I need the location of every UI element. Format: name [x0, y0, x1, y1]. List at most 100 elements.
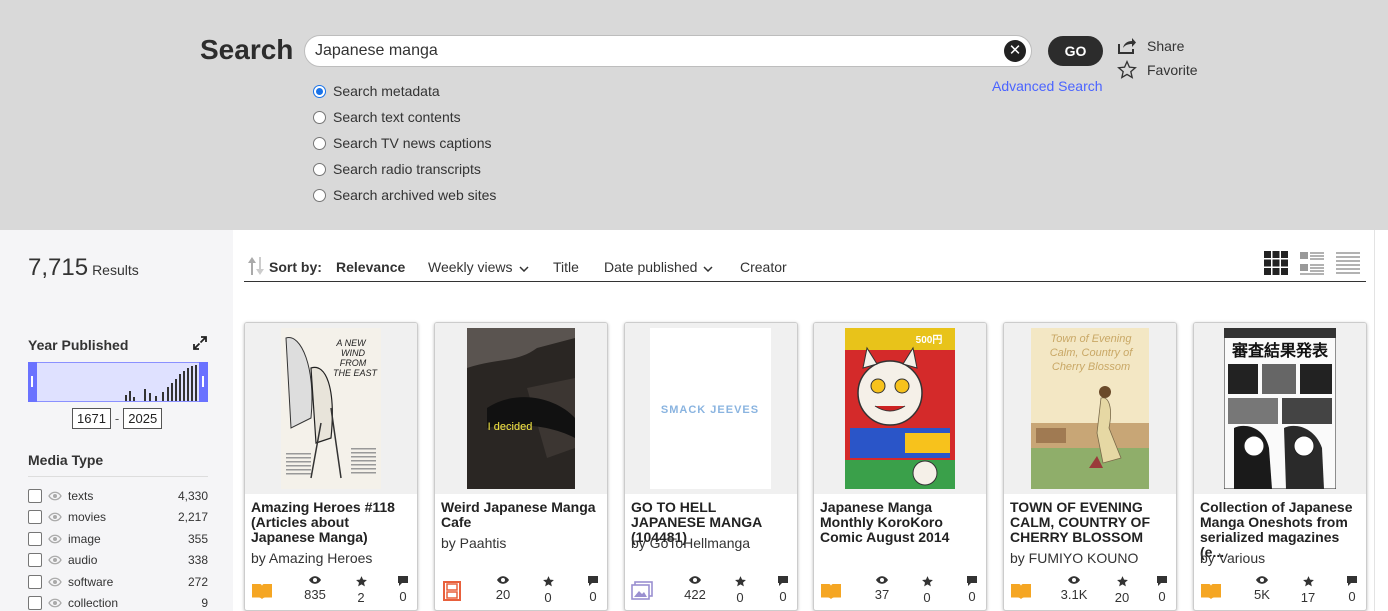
media-type-image[interactable]: image 355	[28, 528, 208, 550]
card-creator[interactable]: by Various	[1200, 550, 1265, 566]
year-histogram[interactable]	[28, 362, 208, 402]
card-title[interactable]: TOWN OF EVENING CALM, COUNTRY OF CHERRY …	[1010, 500, 1172, 545]
eye-icon	[1256, 576, 1268, 584]
year-min-input[interactable]: 1671	[72, 408, 111, 429]
radio-button[interactable]	[313, 84, 326, 98]
search-option-label: Search archived web sites	[333, 187, 497, 203]
eye-icon[interactable]	[48, 555, 62, 565]
book-cover-image: Town of Evening Calm, Country of Cherry …	[1031, 328, 1149, 489]
list-detail-view-icon[interactable]	[1299, 250, 1325, 276]
radio-button[interactable]	[313, 188, 326, 202]
sort-title[interactable]: Title	[553, 259, 579, 275]
eye-icon[interactable]	[48, 598, 62, 608]
result-card[interactable]: Town of Evening Calm, Country of Cherry …	[1003, 322, 1177, 611]
eye-icon[interactable]	[48, 491, 62, 501]
sort-date-published[interactable]: Date published	[604, 259, 713, 275]
result-card[interactable]: I decided Weird Japanese Manga Cafe by P…	[434, 322, 608, 611]
sort-creator[interactable]: Creator	[740, 259, 787, 275]
histogram-bar	[149, 393, 151, 401]
reviews-stat: 0	[1142, 575, 1176, 604]
card-creator[interactable]: by GoToHellmanga	[631, 535, 750, 551]
logo-image: SMACK JEEVES	[650, 328, 771, 489]
favorites-count: 0	[736, 590, 744, 605]
facets-sidebar: 7,715 Results Year Published 1671 - 2025 …	[0, 230, 233, 611]
media-type-label: texts	[68, 488, 94, 503]
search-header: Search ✕ GO Share Favorite Advanced Sear…	[0, 0, 1388, 230]
eye-icon[interactable]	[48, 534, 62, 544]
card-creator[interactable]: by Amazing Heroes	[251, 550, 372, 566]
list-compact-view-icon[interactable]	[1335, 250, 1361, 276]
results-count: 7,715 Results	[28, 254, 139, 282]
thumbnail-oneshots-collection[interactable]: 審査結果発表	[1224, 328, 1336, 489]
magazine-page-image: 審査結果発表	[1224, 328, 1336, 489]
eye-icon[interactable]	[48, 512, 62, 522]
card-creator[interactable]: by Paahtis	[441, 535, 506, 551]
sort-relevance[interactable]: Relevance	[336, 259, 405, 275]
thumbnail-go-to-hell[interactable]: SMACK JEEVES	[650, 328, 771, 489]
expand-icon[interactable]	[192, 335, 208, 351]
share-button[interactable]: Share	[1117, 37, 1184, 55]
reviews-stat: 0	[952, 575, 986, 604]
favorites-count: 2	[357, 590, 365, 605]
search-option-web[interactable]: Search archived web sites	[313, 182, 496, 208]
thumbnail-korokoro[interactable]: 500円	[845, 328, 955, 489]
result-card[interactable]: A NEW WIND FROM THE EAST Amazing Heroes …	[244, 322, 418, 611]
scrollbar-track[interactable]	[1374, 230, 1375, 611]
svg-text:Cherry Blossom: Cherry Blossom	[1052, 361, 1130, 373]
histogram-bar	[175, 379, 177, 401]
year-range-min-handle[interactable]	[28, 362, 37, 402]
magazine-cover-image: 500円	[845, 328, 955, 489]
year-range-max-handle[interactable]	[199, 362, 208, 402]
favorites-count: 0	[544, 590, 552, 605]
favorites-stat: 0	[907, 575, 947, 605]
checkbox[interactable]	[28, 510, 42, 525]
checkbox[interactable]	[28, 574, 42, 589]
eye-icon[interactable]	[48, 577, 62, 587]
clear-search-button[interactable]: ✕	[1004, 40, 1026, 62]
thumbnail-weird-manga-cafe[interactable]: I decided	[467, 328, 575, 489]
sort-weekly-views[interactable]: Weekly views	[428, 259, 529, 275]
eye-icon	[689, 576, 701, 584]
search-option-label: Search text contents	[333, 109, 461, 125]
radio-button[interactable]	[313, 162, 326, 176]
checkbox[interactable]	[28, 553, 42, 568]
checkbox[interactable]	[28, 596, 42, 611]
result-card[interactable]: 500円 Japanese Manga Monthly KoroKoro Com…	[813, 322, 987, 611]
year-range-inputs: 1671 - 2025	[72, 408, 163, 429]
favorites-stat: 0	[720, 575, 760, 605]
search-option-metadata[interactable]: Search metadata	[313, 78, 496, 104]
card-title[interactable]: Amazing Heroes #118 (Articles about Japa…	[251, 500, 413, 545]
search-option-tv[interactable]: Search TV news captions	[313, 130, 496, 156]
media-type-collection[interactable]: collection 9	[28, 593, 208, 611]
card-creator[interactable]: by FUMIYO KOUNO	[1010, 550, 1138, 566]
histogram-bar	[179, 374, 181, 401]
result-card[interactable]: 審査結果発表 Collection of Japanese Manga Ones…	[1193, 322, 1367, 611]
card-title[interactable]: Weird Japanese Manga Cafe	[441, 500, 603, 530]
media-type-software[interactable]: software 272	[28, 571, 208, 593]
favorite-button[interactable]: Favorite	[1117, 60, 1198, 80]
search-input[interactable]	[315, 39, 995, 63]
thumbnail-area: 審査結果発表	[1194, 323, 1366, 494]
card-title[interactable]: Japanese Manga Monthly KoroKoro Comic Au…	[820, 500, 982, 545]
media-type-texts[interactable]: texts 4,330	[28, 485, 208, 507]
advanced-search-link[interactable]: Advanced Search	[992, 78, 1103, 94]
media-type-count: 272	[187, 574, 208, 589]
checkbox[interactable]	[28, 531, 42, 546]
thumbnail-amazing-heroes[interactable]: A NEW WIND FROM THE EAST	[281, 328, 381, 489]
radio-button[interactable]	[313, 136, 326, 150]
year-range-dash: -	[114, 411, 120, 426]
year-max-input[interactable]: 2025	[123, 408, 163, 429]
radio-button[interactable]	[313, 110, 326, 124]
media-type-movies[interactable]: movies 2,217	[28, 507, 208, 529]
thumbnail-town-of-evening-calm[interactable]: Town of Evening Calm, Country of Cherry …	[1031, 328, 1149, 489]
go-button[interactable]: GO	[1048, 36, 1103, 66]
grid-view-icon[interactable]	[1263, 250, 1289, 276]
search-option-radio[interactable]: Search radio transcripts	[313, 156, 496, 182]
checkbox[interactable]	[28, 488, 42, 503]
views-stat: 37	[862, 575, 902, 602]
media-type-audio[interactable]: audio 338	[28, 550, 208, 572]
sort-direction-icon[interactable]	[247, 255, 265, 277]
search-box[interactable]: ✕	[304, 35, 1032, 67]
search-option-text[interactable]: Search text contents	[313, 104, 496, 130]
result-card[interactable]: SMACK JEEVES GO TO HELL JAPANESE MANGA (…	[624, 322, 798, 611]
